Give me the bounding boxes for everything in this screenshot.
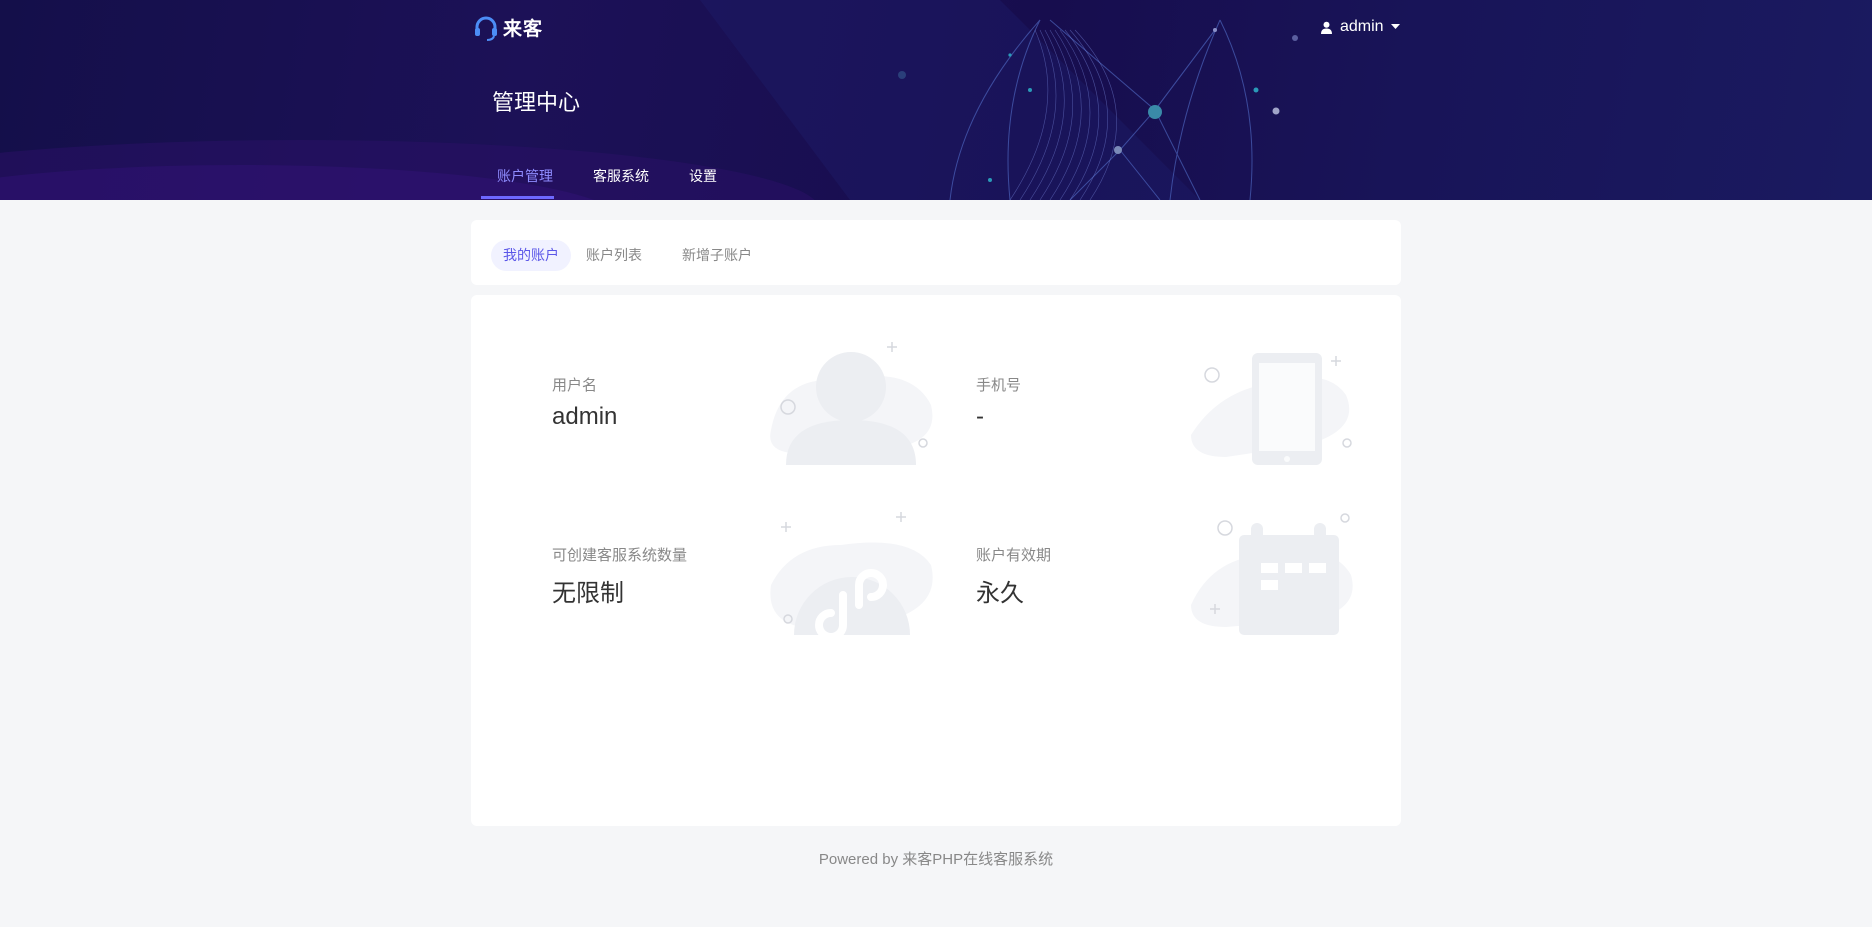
username-label: 用户名 [552, 377, 598, 394]
quota-value: 无限制 [552, 580, 624, 607]
user-icon [1321, 21, 1332, 34]
user-menu[interactable]: admin [1320, 18, 1400, 36]
app-logo[interactable]: 来客 [473, 14, 543, 41]
subtab-add-sub-account[interactable]: 新增子账户 [670, 240, 764, 271]
subtab-my-account[interactable]: 我的账户 [491, 240, 571, 271]
phone-info: 手机号 - [976, 374, 1021, 431]
caret-down-icon [1390, 24, 1400, 29]
username-value: admin [552, 403, 618, 430]
header-decoration [0, 0, 1298, 200]
phone-value: - [976, 403, 984, 430]
active-tab-indicator [481, 196, 554, 199]
username-info: 用户名 admin [552, 374, 617, 431]
calendar-icon [1191, 513, 1353, 635]
phone-label: 手机号 [976, 377, 1022, 394]
tab-service-system[interactable]: 客服系统 [593, 166, 649, 186]
tab-account-management[interactable]: 账户管理 [497, 166, 553, 186]
footer-text: Powered by 来客PHP在线客服系统 [818, 851, 1054, 868]
phone-icon [1191, 353, 1352, 465]
user-icon [770, 342, 933, 465]
logo-text: 来客 [503, 19, 544, 40]
quota-label: 可创建客服系统数量 [552, 547, 688, 564]
tab-settings[interactable]: 设置 [689, 166, 717, 186]
validity-info: 账户有效期 永久 [976, 544, 1051, 608]
subtab-account-list[interactable]: 账户列表 [574, 240, 654, 271]
header-banner: 来客 admin 管理中心 账户管理 客服系统 设置 [0, 0, 1872, 200]
page-title: 管理中心 [492, 90, 581, 115]
validity-label: 账户有效期 [976, 547, 1052, 564]
quota-info: 可创建客服系统数量 无限制 [552, 544, 687, 608]
account-info-card: 用户名 admin 手机号 - 可创建客服系统数量 无限制 账户有效期 永久 [471, 295, 1401, 826]
subtabs-bar: 我的账户 账户列表 新增子账户 [471, 220, 1401, 285]
username-label: admin [1340, 18, 1384, 35]
mini-program-icon [770, 512, 933, 635]
validity-value: 永久 [976, 580, 1024, 607]
headset-icon [475, 16, 497, 41]
